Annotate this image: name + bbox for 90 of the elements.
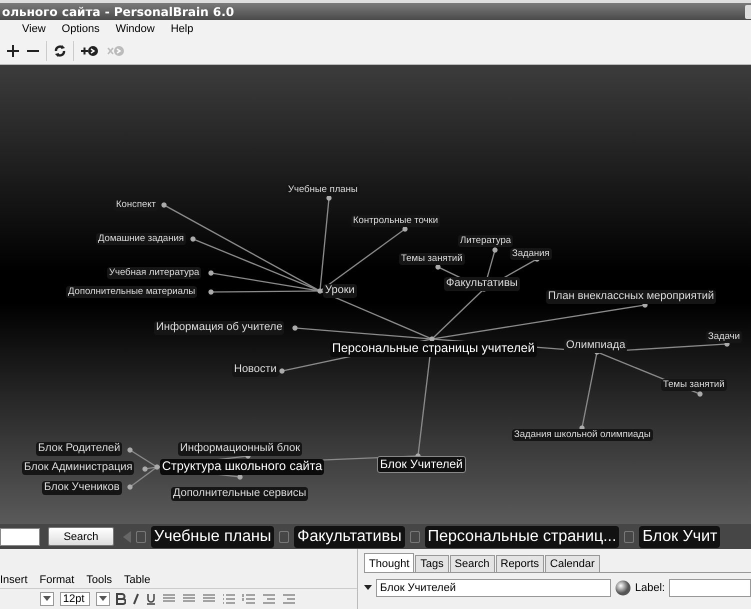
label-field[interactable] bbox=[669, 579, 751, 597]
numbered-list-icon[interactable] bbox=[242, 594, 256, 604]
window-title: ольного сайта - PersonalBrain 6.0 bbox=[2, 4, 234, 18]
dropdown-caret-icon[interactable] bbox=[96, 592, 110, 606]
history-item[interactable]: Блок Учит bbox=[639, 526, 720, 548]
thought-label[interactable]: Блок Учителей bbox=[377, 456, 466, 473]
thought-label[interactable]: Структура школьного сайта bbox=[160, 459, 324, 475]
menu-item[interactable]: Tools bbox=[86, 574, 112, 586]
node-dot bbox=[127, 447, 133, 453]
panel-tab[interactable]: Tags bbox=[415, 555, 449, 572]
window-button[interactable] bbox=[745, 4, 751, 18]
menu-item[interactable]: Window bbox=[114, 23, 157, 35]
node-dot bbox=[237, 474, 243, 480]
node-dot bbox=[429, 336, 435, 342]
thought-label[interactable]: План внеклассных мероприятий bbox=[546, 290, 716, 304]
node-dot bbox=[317, 288, 323, 294]
thought-label[interactable]: Информация об учителе bbox=[154, 321, 284, 335]
node-dot bbox=[127, 484, 133, 490]
align-left-icon[interactable] bbox=[162, 594, 176, 604]
node-dot bbox=[208, 270, 214, 276]
align-right-icon[interactable] bbox=[202, 594, 216, 604]
bullet-list-icon[interactable] bbox=[222, 594, 236, 604]
thought-label[interactable]: Блок Родителей bbox=[36, 442, 122, 456]
underline-icon[interactable] bbox=[146, 593, 156, 605]
node-dot bbox=[279, 368, 285, 374]
node-dot bbox=[326, 195, 332, 201]
font-size-field[interactable]: 12pt bbox=[60, 592, 90, 606]
thought-label[interactable]: Задачи bbox=[706, 331, 742, 343]
thought-icon bbox=[279, 530, 290, 542]
menu-item[interactable]: Format bbox=[40, 574, 74, 586]
node-dot bbox=[161, 202, 167, 208]
node-dot bbox=[697, 391, 703, 397]
italic-icon[interactable] bbox=[132, 593, 140, 605]
plus-icon[interactable] bbox=[6, 44, 20, 58]
history-item[interactable]: Факультативы bbox=[294, 526, 405, 548]
thought-label[interactable]: Учебная литература bbox=[107, 267, 202, 279]
thought-label[interactable]: Контрольные точки bbox=[351, 215, 440, 227]
thought-label[interactable]: Темы занятий bbox=[661, 379, 727, 391]
thought-icon bbox=[136, 530, 146, 542]
thought-label[interactable]: Конспект bbox=[114, 199, 158, 211]
thought-icon bbox=[624, 530, 634, 542]
dropdown-caret-icon[interactable] bbox=[364, 585, 372, 591]
menu-item[interactable]: Options bbox=[60, 23, 102, 35]
thought-label[interactable]: Блок Администрация bbox=[22, 461, 134, 475]
panel-tab[interactable]: Reports bbox=[496, 555, 544, 572]
thought-label[interactable]: Информационный блок bbox=[178, 442, 302, 456]
node-dot bbox=[292, 325, 298, 331]
thought-label[interactable]: Факультативы bbox=[444, 277, 520, 291]
outdent-icon[interactable] bbox=[262, 594, 276, 604]
panel-tab[interactable]: Search bbox=[450, 555, 494, 572]
menu-item[interactable]: Insert bbox=[0, 574, 28, 586]
node-dot bbox=[190, 236, 196, 242]
node-dot bbox=[492, 247, 498, 253]
menu-item[interactable]: View bbox=[20, 23, 48, 35]
thought-label[interactable]: Уроки bbox=[323, 284, 357, 298]
node-dot bbox=[154, 464, 160, 470]
label-caption: Label: bbox=[635, 582, 665, 594]
globe-icon[interactable] bbox=[615, 580, 632, 596]
thought-label[interactable]: Темы занятий bbox=[399, 253, 465, 265]
menu-item[interactable]: Table bbox=[124, 574, 150, 586]
thought-label[interactable]: Олимпиада bbox=[564, 339, 628, 353]
align-center-icon[interactable] bbox=[182, 594, 196, 604]
bold-icon[interactable] bbox=[116, 593, 126, 605]
thought-label[interactable]: Новости bbox=[232, 363, 279, 377]
history-item[interactable]: Учебные планы bbox=[151, 526, 274, 548]
thought-label[interactable]: Дополнительные сервисы bbox=[171, 487, 308, 501]
thought-name-field[interactable]: Блок Учителей bbox=[376, 579, 612, 597]
thought-label[interactable]: Задания школьной олимпиады bbox=[512, 429, 653, 441]
node-dot bbox=[402, 226, 408, 232]
thought-label[interactable]: Блок Учеников bbox=[42, 481, 122, 495]
panel-tab[interactable]: Thought bbox=[364, 553, 414, 572]
panel-tab[interactable]: Calendar bbox=[545, 555, 600, 572]
dropdown-caret-icon[interactable] bbox=[40, 592, 54, 606]
node-dot bbox=[142, 466, 148, 472]
node-dot bbox=[208, 289, 214, 295]
indent-icon[interactable] bbox=[282, 594, 296, 604]
thought-icon bbox=[410, 530, 420, 542]
search-field[interactable] bbox=[0, 528, 40, 546]
thought-label[interactable]: Дополнительные материалы bbox=[66, 286, 198, 298]
thought-label[interactable]: Домашние задания bbox=[96, 233, 186, 245]
thought-label[interactable]: Задания bbox=[510, 248, 552, 260]
menu-item[interactable]: Help bbox=[168, 23, 196, 35]
add-link-icon[interactable] bbox=[80, 44, 100, 58]
node-dot bbox=[435, 264, 441, 270]
search-button[interactable]: Search bbox=[48, 527, 114, 546]
thought-label[interactable]: Литература bbox=[458, 235, 514, 247]
thought-label[interactable]: Персональные страницы учителей bbox=[330, 341, 537, 357]
refresh-icon[interactable] bbox=[53, 43, 67, 59]
history-item[interactable]: Персональные страниц... bbox=[424, 526, 620, 548]
thought-label[interactable]: Учебные планы bbox=[286, 184, 360, 196]
